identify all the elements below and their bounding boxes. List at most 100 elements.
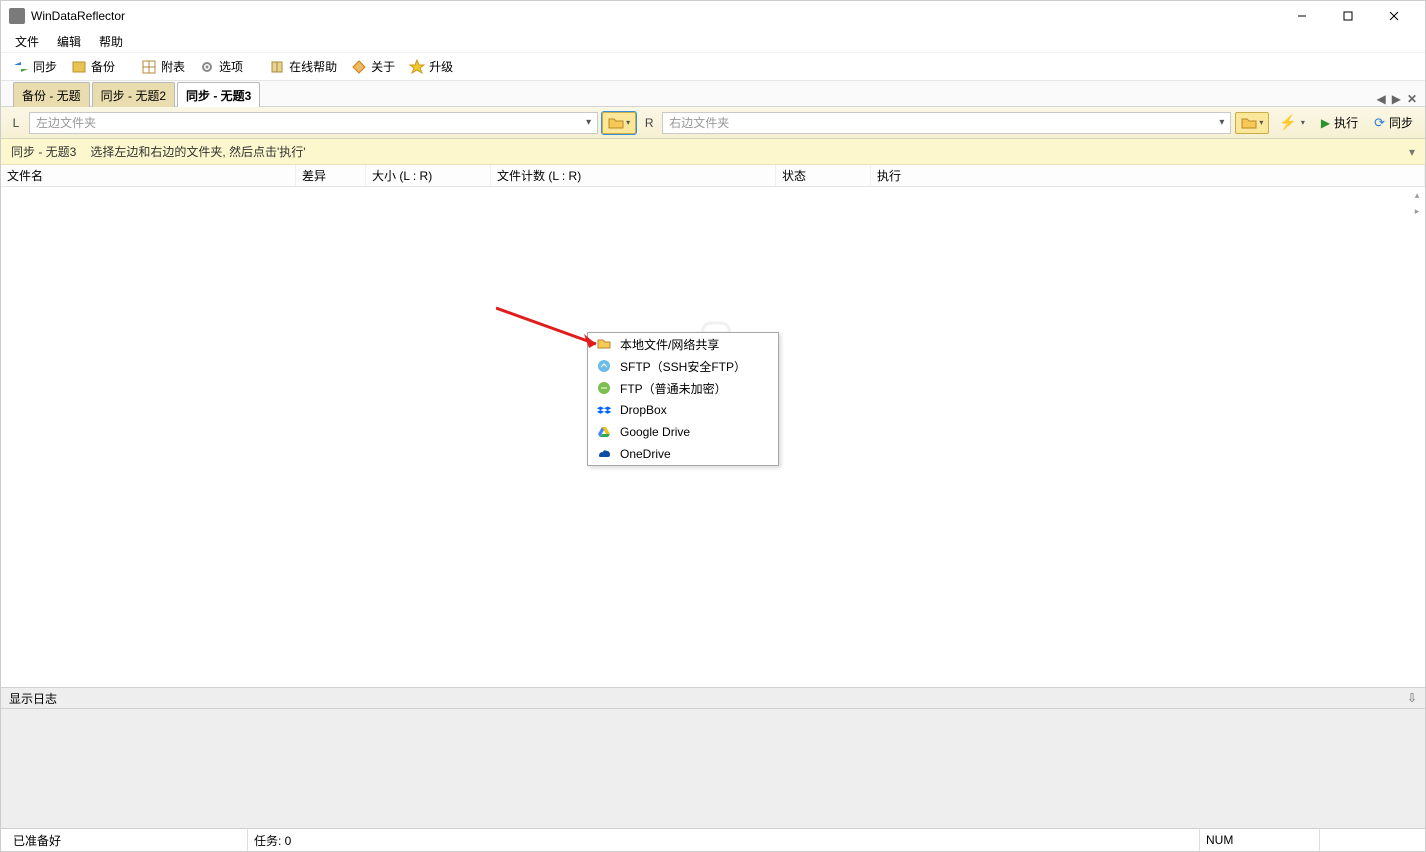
compare-button[interactable]: ⚡ ▾	[1273, 112, 1310, 134]
chevron-down-icon: ▾	[1259, 118, 1263, 127]
dd-onedrive[interactable]: OneDrive	[588, 443, 778, 465]
label-left: L	[7, 116, 25, 130]
maximize-icon	[1343, 11, 1353, 21]
chevron-down-icon: ▾	[1219, 117, 1224, 128]
right-folder-placeholder: 右边文件夹	[669, 114, 729, 131]
tag-icon	[351, 59, 367, 75]
tab-scroll-left-icon[interactable]: ◀	[1376, 92, 1385, 106]
col-filename[interactable]: 文件名	[1, 165, 296, 186]
gdrive-icon	[596, 424, 612, 440]
dropbox-icon	[596, 402, 612, 418]
dd-dropbox-label: DropBox	[620, 403, 667, 417]
backup-icon	[71, 59, 87, 75]
folder-icon	[596, 336, 612, 352]
logpanel	[1, 709, 1425, 829]
book-icon	[269, 59, 285, 75]
tool-options[interactable]: 选项	[193, 56, 249, 77]
menu-help[interactable]: 帮助	[91, 31, 131, 52]
titlebar: WinDataReflector	[1, 1, 1425, 31]
col-count[interactable]: 文件计数 (L : R)	[491, 165, 776, 186]
window-title: WinDataReflector	[31, 9, 1279, 23]
chevron-down-icon: ▾	[1301, 118, 1305, 127]
toolbar: 同步 备份 附表 选项 在线帮助 关于 升级	[1, 53, 1425, 81]
dd-sftp-label: SFTP（SSH安全FTP）	[620, 358, 746, 375]
pin-icon[interactable]: ⇩	[1407, 691, 1417, 705]
dd-ftp-label: FTP（普通未加密）	[620, 380, 727, 397]
status-spacer	[1319, 829, 1419, 851]
table-icon	[141, 59, 157, 75]
scroll-right-icon[interactable]: ▸	[1409, 203, 1425, 219]
refresh-icon: ⟳	[1374, 115, 1385, 131]
execute-button[interactable]: ▶ 执行	[1315, 112, 1364, 134]
left-folder-placeholder: 左边文件夹	[36, 114, 96, 131]
infobar-task-name: 同步 - 无题3	[11, 143, 76, 160]
close-button[interactable]	[1371, 1, 1417, 31]
close-icon	[1389, 11, 1399, 21]
col-status[interactable]: 状态	[776, 165, 871, 186]
dd-local[interactable]: 本地文件/网络共享	[588, 333, 778, 355]
gear-icon	[199, 59, 215, 75]
folder-icon	[608, 117, 624, 129]
col-diff[interactable]: 差异	[296, 165, 366, 186]
content-area: 安下载 anxz.com ▴ ▸ 本地文件/网络共享 SFTP（SSH安全FTP…	[1, 187, 1425, 687]
infobar-hint: 选择左边和右边的文件夹, 然后点击'执行'	[90, 143, 305, 160]
minimize-button[interactable]	[1279, 1, 1325, 31]
dd-onedrive-label: OneDrive	[620, 447, 671, 461]
right-folder-input[interactable]: 右边文件夹 ▾	[662, 112, 1231, 134]
left-folder-input[interactable]: 左边文件夹 ▾	[29, 112, 598, 134]
right-browse-button[interactable]: ▾	[1235, 112, 1269, 134]
logpanel-title-text: 显示日志	[9, 690, 57, 707]
source-type-dropdown: 本地文件/网络共享 SFTP（SSH安全FTP） FTP（普通未加密） Drop…	[587, 332, 779, 466]
dd-sftp[interactable]: SFTP（SSH安全FTP）	[588, 355, 778, 377]
chevron-down-icon: ▾	[586, 117, 591, 128]
tool-attach[interactable]: 附表	[135, 56, 191, 77]
dd-gdrive-label: Google Drive	[620, 425, 690, 439]
grid-header: 文件名 差异 大小 (L : R) 文件计数 (L : R) 状态 执行	[1, 165, 1425, 187]
tool-upgrade[interactable]: 升级	[403, 56, 459, 77]
app-icon	[9, 8, 25, 24]
col-exec[interactable]: 执行	[871, 165, 1425, 186]
tabstrip: 备份 - 无题 同步 - 无题2 同步 - 无题3 ◀ ▶ ✕	[1, 81, 1425, 107]
play-icon: ▶	[1321, 116, 1330, 130]
status-ready: 已准备好	[7, 829, 247, 851]
infobar: 同步 - 无题3 选择左边和右边的文件夹, 然后点击'执行' ▾	[1, 139, 1425, 165]
menu-file[interactable]: 文件	[7, 31, 47, 52]
scroll-up-icon[interactable]: ▴	[1409, 187, 1425, 203]
tool-upgrade-label: 升级	[429, 58, 453, 75]
onedrive-icon	[596, 446, 612, 462]
menu-edit[interactable]: 编辑	[49, 31, 89, 52]
tab-backup[interactable]: 备份 - 无题	[13, 82, 90, 107]
tool-onlinehelp[interactable]: 在线帮助	[263, 56, 343, 77]
star-icon	[409, 59, 425, 75]
col-size[interactable]: 大小 (L : R)	[366, 165, 491, 186]
ftp-icon	[596, 380, 612, 396]
dd-dropbox[interactable]: DropBox	[588, 399, 778, 421]
left-browse-button[interactable]: ▾	[602, 112, 636, 134]
tab-scroll-right-icon[interactable]: ▶	[1392, 92, 1401, 106]
sync-arrows-icon	[13, 59, 29, 75]
label-right: R	[640, 116, 658, 130]
tool-about-label: 关于	[371, 58, 395, 75]
maximize-button[interactable]	[1325, 1, 1371, 31]
content-scrollbar[interactable]: ▴ ▸	[1409, 187, 1425, 687]
logpanel-header[interactable]: 显示日志 ⇩	[1, 687, 1425, 709]
folder-icon	[1241, 117, 1257, 129]
tab-sync-2[interactable]: 同步 - 无题2	[92, 82, 175, 107]
tool-about[interactable]: 关于	[345, 56, 401, 77]
tool-sync[interactable]: 同步	[7, 56, 63, 77]
status-tasks: 任务: 0	[247, 829, 1199, 851]
tool-backup-label: 备份	[91, 58, 115, 75]
dd-ftp[interactable]: FTP（普通未加密）	[588, 377, 778, 399]
tab-close-icon[interactable]: ✕	[1407, 92, 1417, 106]
bolt-icon: ⚡	[1279, 114, 1296, 131]
chevron-down-icon[interactable]: ▾	[1409, 145, 1415, 159]
sync-button[interactable]: ⟳ 同步	[1368, 112, 1419, 134]
tool-options-label: 选项	[219, 58, 243, 75]
tab-sync-3[interactable]: 同步 - 无题3	[177, 82, 260, 107]
tool-attach-label: 附表	[161, 58, 185, 75]
tool-sync-label: 同步	[33, 58, 57, 75]
menubar: 文件 编辑 帮助	[1, 31, 1425, 53]
tool-onlinehelp-label: 在线帮助	[289, 58, 337, 75]
dd-gdrive[interactable]: Google Drive	[588, 421, 778, 443]
tool-backup[interactable]: 备份	[65, 56, 121, 77]
